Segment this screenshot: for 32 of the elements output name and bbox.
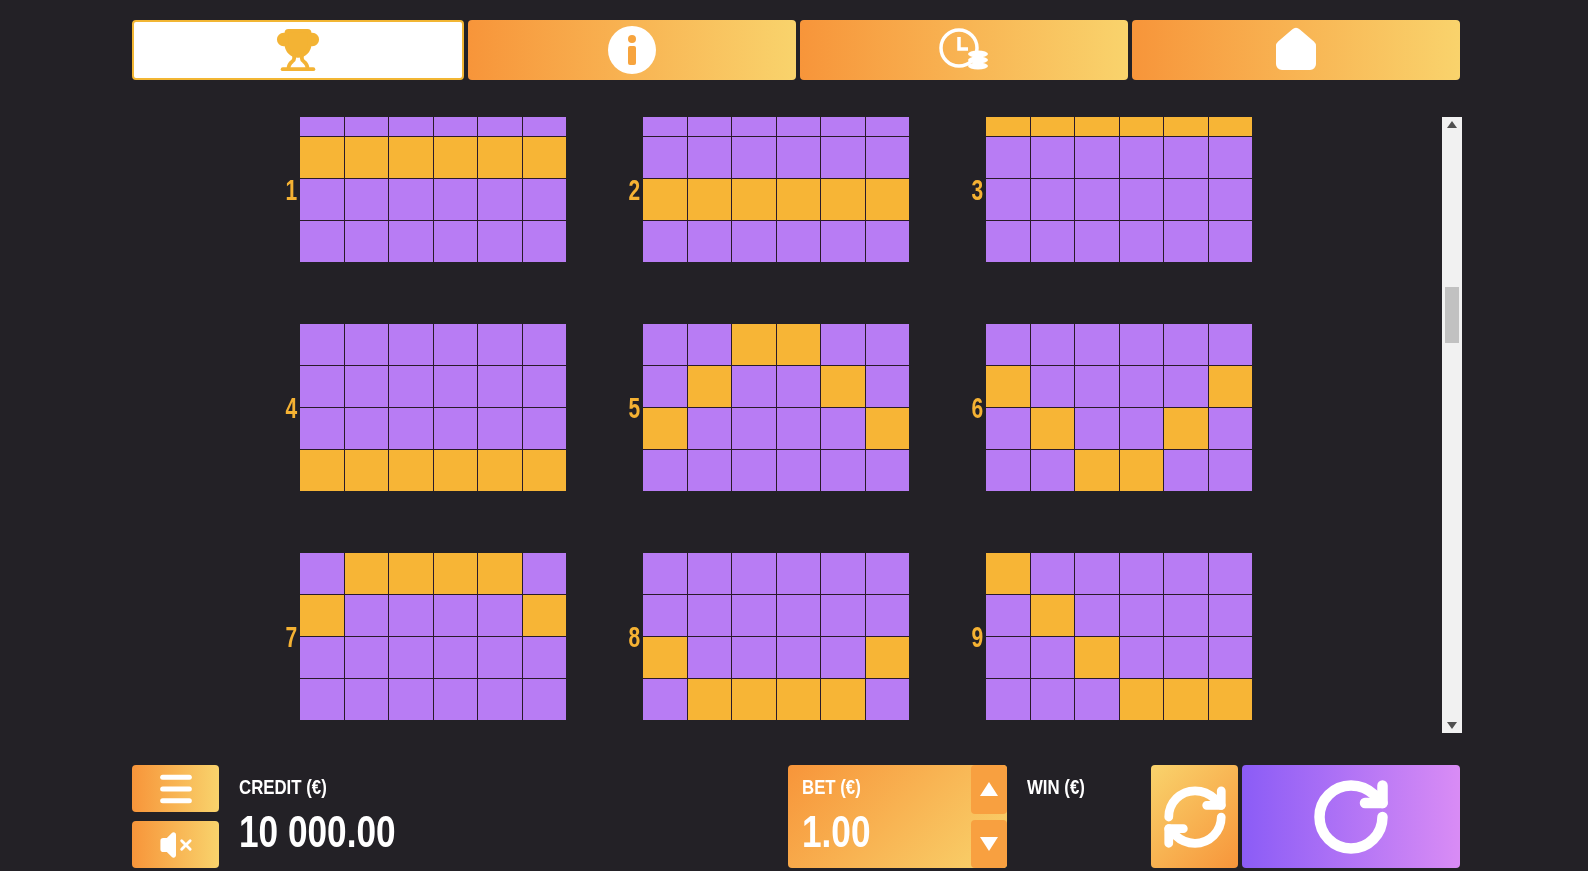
credit-label: CREDIT (€)	[239, 775, 328, 799]
trophy-icon	[275, 27, 321, 73]
payline-number: 7	[285, 619, 298, 654]
up-triangle-icon	[979, 782, 998, 797]
payline-number: 4	[285, 390, 298, 425]
tab[interactable]	[1132, 20, 1460, 80]
tab[interactable]	[800, 20, 1128, 80]
down-triangle-icon	[979, 836, 998, 851]
menu-button[interactable]	[132, 765, 219, 812]
payline-number: 8	[628, 619, 641, 654]
scroll-down-icon[interactable]	[1447, 722, 1457, 729]
payline-number: 1	[285, 172, 298, 207]
payline-number: 6	[971, 390, 984, 425]
tab[interactable]	[132, 20, 464, 80]
payline-number: 5	[628, 390, 641, 425]
win-label: WIN (€)	[1026, 775, 1085, 799]
info-icon	[608, 26, 656, 74]
spin-button[interactable]	[1242, 765, 1460, 868]
payline-number: 2	[628, 172, 641, 207]
mute-button[interactable]	[132, 821, 219, 868]
bet-down-button[interactable]	[970, 819, 1007, 868]
scroll-thumb[interactable]	[1445, 287, 1459, 343]
scrollbar[interactable]	[1442, 117, 1462, 733]
payline-number: 3	[971, 172, 984, 207]
credit-value: 10 000.00	[239, 807, 396, 857]
tab[interactable]	[468, 20, 796, 80]
scroll-up-icon[interactable]	[1447, 121, 1457, 128]
autoplay-button[interactable]	[1151, 765, 1238, 868]
bet-value: 1.00	[801, 807, 871, 857]
bet-up-button[interactable]	[970, 765, 1007, 814]
payline-number: 9	[971, 619, 984, 654]
bet-label: BET (€)	[801, 775, 862, 799]
